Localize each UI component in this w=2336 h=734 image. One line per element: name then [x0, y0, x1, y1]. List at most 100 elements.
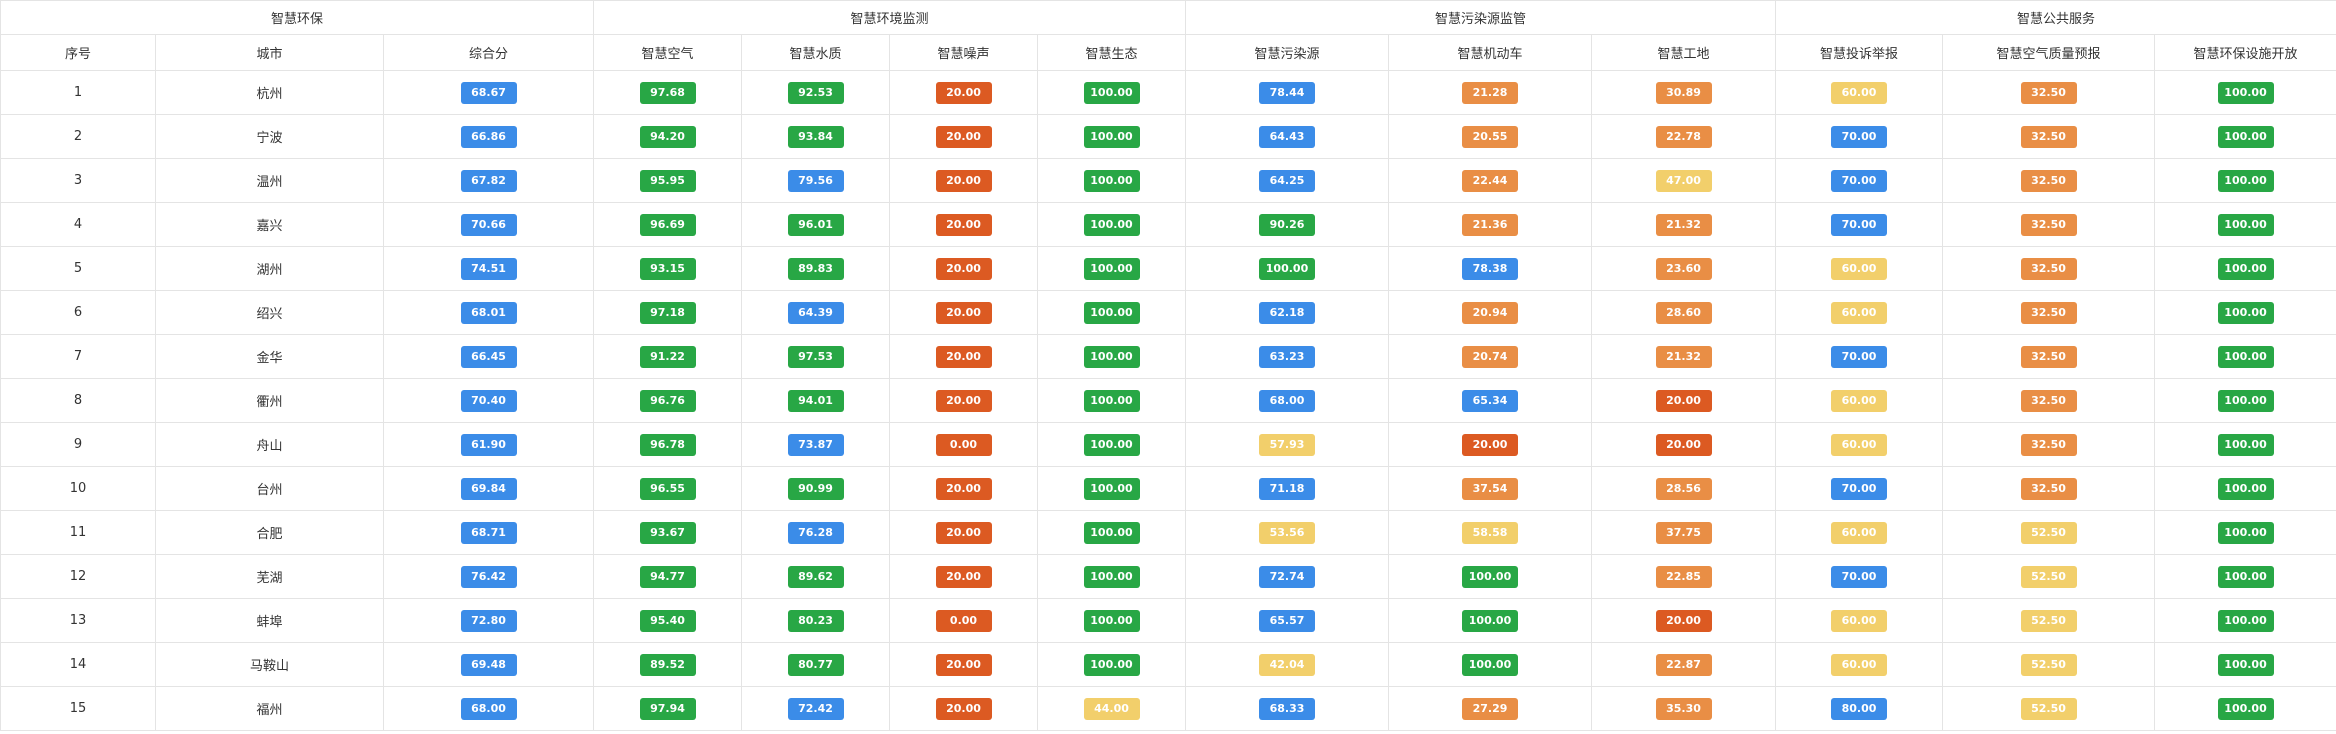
score-cell: 100.00 [2154, 70, 2336, 115]
row-index: 7 [0, 334, 156, 379]
table-row[interactable]: 8 衢州 70.40 96.76 94.01 20.00 100.00 68.00 65.34 2… [0, 378, 2336, 423]
score-badge: 0.00 [935, 609, 992, 632]
column-header[interactable]: 智慧噪声 [889, 34, 1038, 71]
score-cell: 60.00 [1775, 422, 1944, 467]
score-badge: 32.50 [2020, 301, 2077, 324]
score-cell: 100.00 [1185, 246, 1390, 291]
table-body: 1 杭州 68.67 97.68 92.53 20.00 100.00 78.44 21.28 3… [0, 70, 2336, 731]
score-cell: 53.56 [1185, 510, 1390, 555]
score-cell: 32.50 [1942, 246, 2156, 291]
score-cell: 63.23 [1185, 334, 1390, 379]
table-row[interactable]: 11 合肥 68.71 93.67 76.28 20.00 100.00 53.56 58.58… [0, 510, 2336, 555]
score-cell: 0.00 [889, 422, 1038, 467]
score-cell: 20.00 [889, 114, 1038, 159]
table-row[interactable]: 3 温州 67.82 95.95 79.56 20.00 100.00 64.25 22.44 4… [0, 158, 2336, 203]
score-cell: 52.50 [1942, 642, 2156, 687]
score-cell: 100.00 [1036, 158, 1187, 203]
column-header[interactable]: 智慧污染源 [1185, 34, 1390, 71]
score-badge: 78.44 [1259, 81, 1316, 104]
table-row[interactable]: 2 宁波 66.86 94.20 93.84 20.00 100.00 64.43 20.55 2… [0, 114, 2336, 159]
score-cell: 62.18 [1185, 290, 1390, 335]
score-badge: 60.00 [1831, 301, 1888, 324]
score-badge: 20.00 [935, 565, 992, 588]
score-cell: 100.00 [1036, 290, 1187, 335]
score-badge: 20.55 [1462, 125, 1519, 148]
score-badge: 100.00 [1083, 125, 1140, 148]
score-badge: 100.00 [1083, 521, 1140, 544]
column-header[interactable]: 智慧空气 [593, 34, 742, 71]
score-cell: 20.00 [889, 554, 1038, 599]
score-cell: 78.38 [1388, 246, 1593, 291]
row-index: 14 [0, 642, 156, 687]
table-row[interactable]: 4 嘉兴 70.66 96.69 96.01 20.00 100.00 90.26 21.36 2… [0, 202, 2336, 247]
row-index: 10 [0, 466, 156, 511]
score-cell: 93.67 [593, 510, 742, 555]
score-cell: 97.94 [593, 686, 742, 731]
column-header[interactable]: 序号 [0, 34, 156, 71]
score-badge: 20.00 [935, 521, 992, 544]
score-cell: 94.77 [593, 554, 742, 599]
score-cell: 100.00 [2154, 554, 2336, 599]
score-cell: 100.00 [2154, 686, 2336, 731]
score-badge: 100.00 [1083, 609, 1140, 632]
column-header[interactable]: 智慧生态 [1036, 34, 1187, 71]
score-cell: 60.00 [1775, 290, 1944, 335]
score-cell: 20.00 [889, 246, 1038, 291]
score-cell: 100.00 [1388, 554, 1593, 599]
score-cell: 61.90 [383, 422, 594, 467]
score-cell: 60.00 [1775, 246, 1944, 291]
table-row[interactable]: 7 金华 66.45 91.22 97.53 20.00 100.00 63.23 20.74 2… [0, 334, 2336, 379]
column-header[interactable]: 智慧工地 [1591, 34, 1777, 71]
score-badge: 21.36 [1462, 213, 1519, 236]
table-row[interactable]: 10 台州 69.84 96.55 90.99 20.00 100.00 71.18 37.54… [0, 466, 2336, 511]
column-header[interactable]: 智慧水质 [741, 34, 890, 71]
score-badge: 44.00 [1083, 697, 1140, 720]
score-cell: 20.00 [889, 466, 1038, 511]
column-header[interactable]: 综合分 [383, 34, 594, 71]
score-cell: 68.00 [1185, 378, 1390, 423]
score-cell: 100.00 [2154, 334, 2336, 379]
score-cell: 20.00 [889, 290, 1038, 335]
score-badge: 20.00 [935, 125, 992, 148]
score-badge: 60.00 [1831, 653, 1888, 676]
column-header[interactable]: 智慧环保设施开放 [2154, 34, 2336, 71]
column-header[interactable]: 智慧空气质量预报 [1942, 34, 2156, 71]
score-badge: 20.00 [935, 477, 992, 500]
table-row[interactable]: 6 绍兴 68.01 97.18 64.39 20.00 100.00 62.18 20.94 2… [0, 290, 2336, 335]
column-header[interactable]: 智慧投诉举报 [1775, 34, 1944, 71]
city-name: 马鞍山 [155, 642, 384, 687]
column-header[interactable]: 智慧机动车 [1388, 34, 1593, 71]
score-badge: 100.00 [2217, 257, 2274, 280]
score-badge: 100.00 [1083, 169, 1140, 192]
score-badge: 92.53 [787, 81, 844, 104]
table-row[interactable]: 5 湖州 74.51 93.15 89.83 20.00 100.00 100.00 78.38… [0, 246, 2336, 291]
score-cell: 96.69 [593, 202, 742, 247]
score-cell: 89.62 [741, 554, 890, 599]
score-cell: 20.00 [1591, 378, 1777, 423]
score-badge: 52.50 [2020, 697, 2077, 720]
score-badge: 52.50 [2020, 565, 2077, 588]
table-row[interactable]: 1 杭州 68.67 97.68 92.53 20.00 100.00 78.44 21.28 3… [0, 70, 2336, 115]
table-row[interactable]: 9 舟山 61.90 96.78 73.87 0.00 100.00 57.93 20.00 20… [0, 422, 2336, 467]
table-row[interactable]: 13 蚌埠 72.80 95.40 80.23 0.00 100.00 65.57 100.00… [0, 598, 2336, 643]
score-cell: 70.00 [1775, 158, 1944, 203]
score-cell: 90.26 [1185, 202, 1390, 247]
score-badge: 95.95 [639, 169, 696, 192]
score-badge: 100.00 [2217, 697, 2274, 720]
score-cell: 32.50 [1942, 378, 2156, 423]
table-row[interactable]: 12 芜湖 76.42 94.77 89.62 20.00 100.00 72.74 100.0… [0, 554, 2336, 599]
score-cell: 22.44 [1388, 158, 1593, 203]
score-badge: 27.29 [1462, 697, 1519, 720]
score-badge: 96.01 [787, 213, 844, 236]
score-cell: 57.93 [1185, 422, 1390, 467]
score-badge: 80.23 [787, 609, 844, 632]
score-badge: 60.00 [1831, 81, 1888, 104]
group-header: 智慧公共服务 [1775, 0, 2336, 35]
score-cell: 20.00 [889, 642, 1038, 687]
score-cell: 100.00 [2154, 114, 2336, 159]
city-name: 蚌埠 [155, 598, 384, 643]
table-row[interactable]: 15 福州 68.00 97.94 72.42 20.00 44.00 68.33 27.29 3… [0, 686, 2336, 731]
city-name: 芜湖 [155, 554, 384, 599]
column-header[interactable]: 城市 [155, 34, 384, 71]
table-row[interactable]: 14 马鞍山 69.48 89.52 80.77 20.00 100.00 42.04 100.… [0, 642, 2336, 687]
